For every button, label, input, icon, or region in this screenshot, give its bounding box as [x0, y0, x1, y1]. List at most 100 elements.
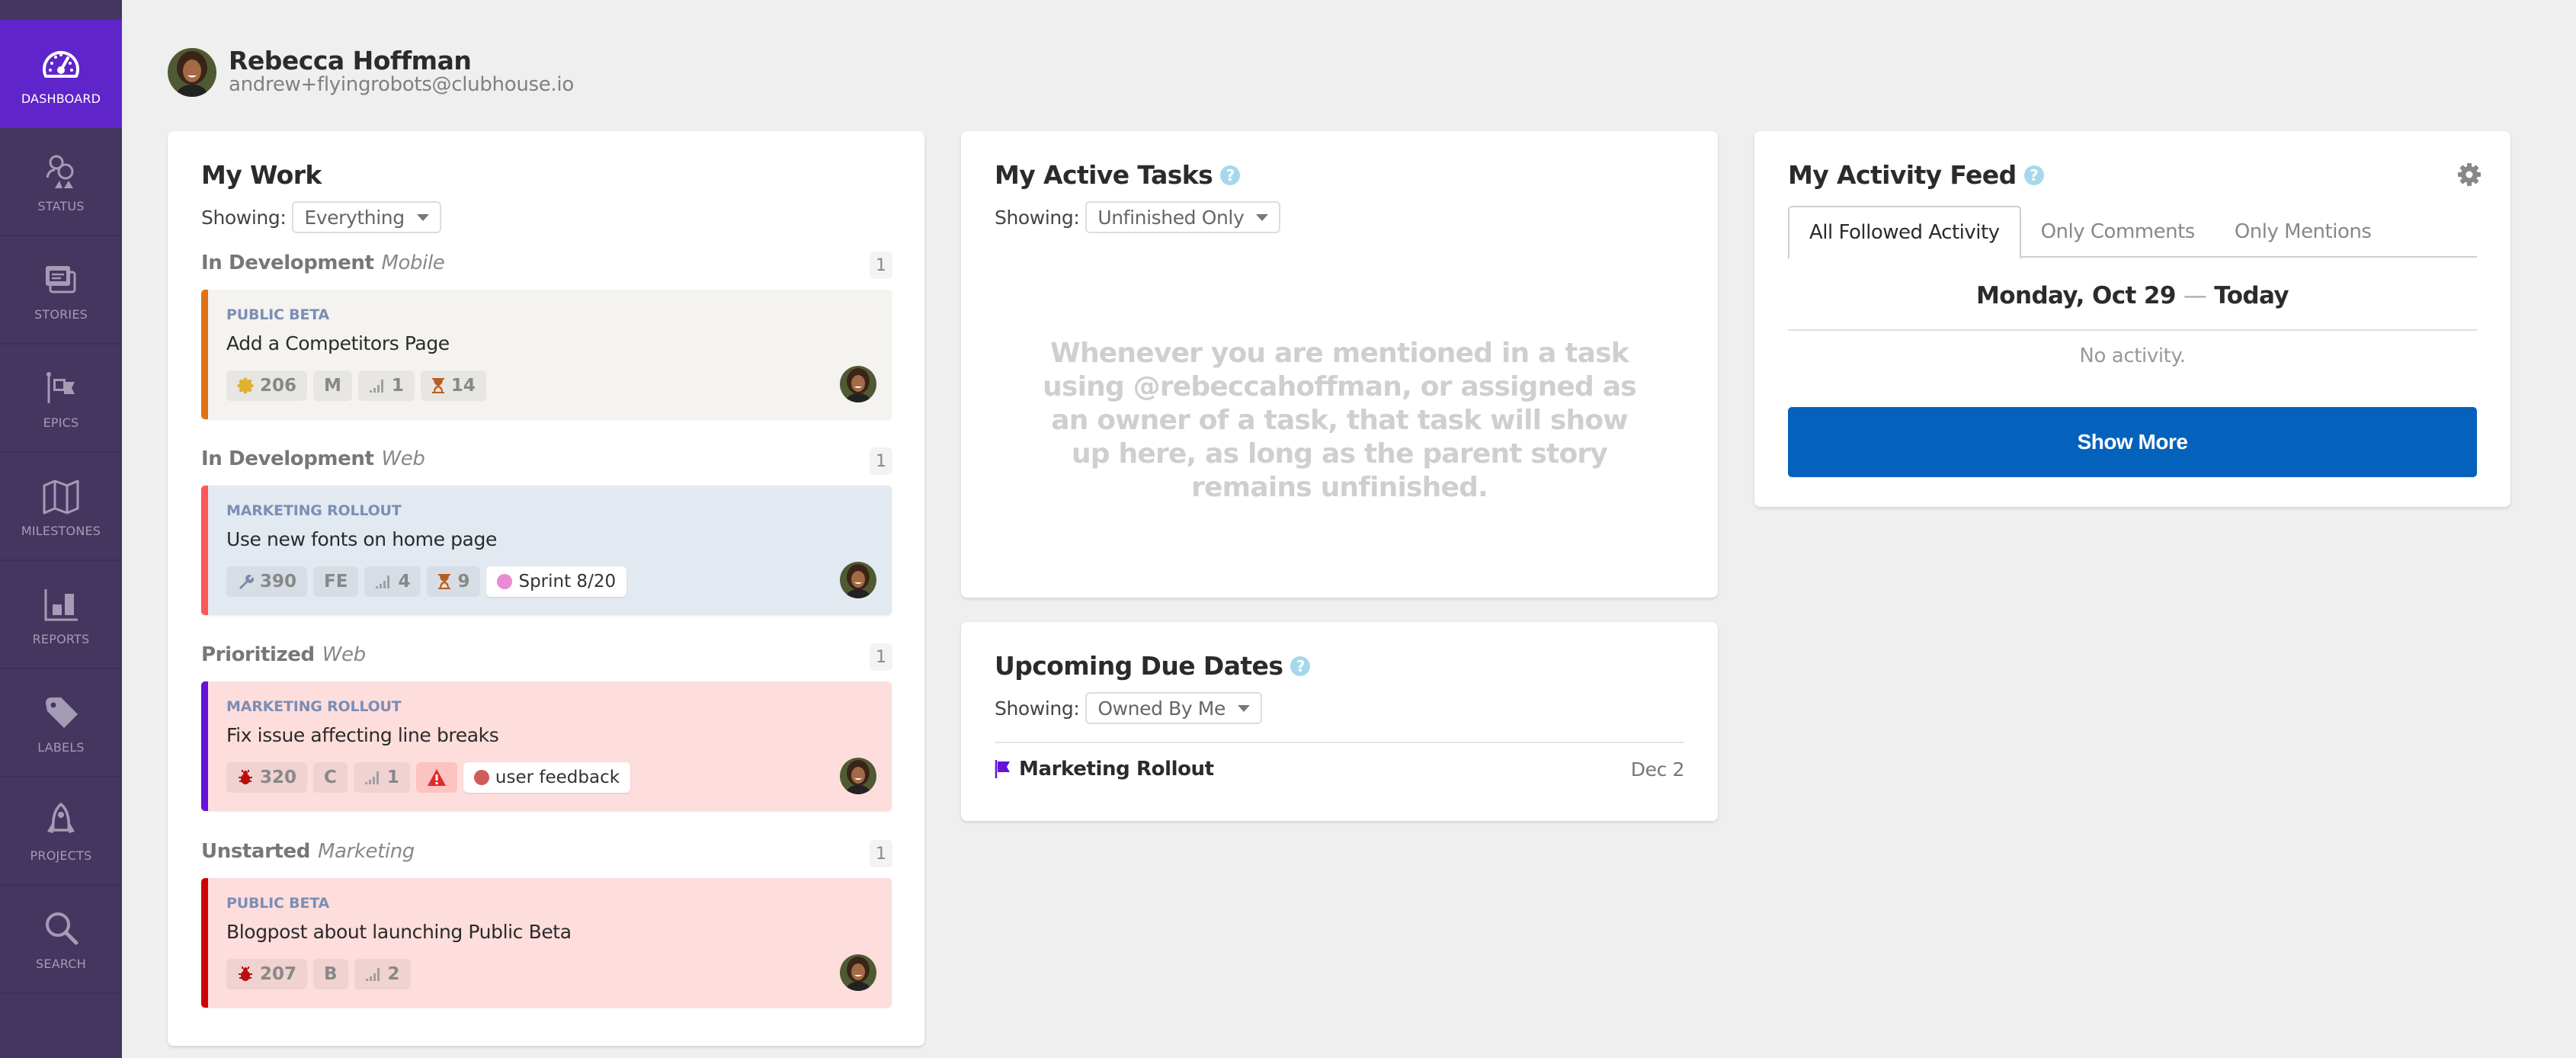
- activity-feed-title: My Activity Feed: [1788, 160, 2017, 190]
- story-epic[interactable]: PUBLIC BETA: [226, 895, 329, 912]
- group-project: Web: [381, 447, 425, 470]
- due-dates-filter-select[interactable]: Owned By Me: [1085, 692, 1262, 724]
- chevron-down-icon: [1256, 213, 1269, 221]
- group-count-badge: 1: [870, 643, 892, 671]
- tab-only-mentions[interactable]: Only Mentions: [2215, 206, 2392, 258]
- label-chip[interactable]: user feedback: [463, 762, 631, 793]
- story-owner-avatar[interactable]: [840, 758, 876, 794]
- date-separator: —: [2183, 282, 2207, 309]
- story-card[interactable]: MARKETING ROLLOUT Fix issue affecting li…: [201, 681, 892, 811]
- due-dates-filter: Showing: Owned By Me: [995, 692, 1262, 724]
- active-tasks-panel: My Active Tasks ? Showing: Unfinished On…: [961, 131, 1718, 598]
- story-id-chip: 320: [226, 762, 308, 793]
- age-value: 14: [450, 376, 476, 396]
- story-id: 207: [260, 964, 297, 984]
- group-state: In Development: [201, 447, 374, 470]
- nav-item-labels[interactable]: LABELS: [0, 669, 122, 777]
- my-work-panel: My Work Showing: Everything In Developme…: [168, 131, 924, 1046]
- chevron-down-icon: [1237, 704, 1250, 712]
- nav-item-projects[interactable]: PROJECTS: [0, 777, 122, 886]
- story-title[interactable]: Fix issue affecting line breaks: [226, 724, 499, 746]
- story-title[interactable]: Use new fonts on home page: [226, 528, 497, 550]
- owner-avatar-photo-icon: [840, 562, 876, 598]
- group-state: Unstarted: [201, 840, 310, 863]
- bug-icon: [239, 770, 252, 784]
- due-item-name: Marketing Rollout: [995, 758, 1214, 781]
- story-card[interactable]: PUBLIC BETA Add a Competitors Page 206 M 1…: [201, 290, 892, 419]
- nav-item-epics[interactable]: EPICS: [0, 345, 122, 453]
- story-state-bar: [201, 878, 208, 1008]
- show-more-button[interactable]: Show More: [1788, 407, 2477, 477]
- avatar-photo-icon: [168, 48, 216, 97]
- story-badges: 390 FE 4 9 Sprint 8/20: [226, 566, 627, 597]
- story-badges: 207 B 2: [226, 959, 411, 989]
- nav-label: STATUS: [37, 198, 85, 213]
- search-magnifier-icon: [46, 912, 78, 944]
- active-tasks-empty-message: Whenever you are mentioned in a task usi…: [1043, 338, 1637, 503]
- showing-label: Showing:: [995, 206, 1080, 229]
- activity-feed-panel: My Activity Feed ? All Followed Activity…: [1754, 131, 2510, 507]
- due-date-item[interactable]: Marketing Rollout Dec 2: [995, 758, 1684, 781]
- group-header: In Development Mobile: [201, 252, 445, 274]
- nav-item-reports[interactable]: REPORTS: [0, 561, 122, 669]
- help-icon[interactable]: ?: [2023, 165, 2044, 185]
- story-title[interactable]: Add a Competitors Page: [226, 332, 450, 354]
- story-epic[interactable]: MARKETING ROLLOUT: [226, 502, 402, 519]
- nav-label: PROJECTS: [30, 848, 92, 863]
- story-state-bar: [201, 290, 208, 419]
- story-owner-avatar[interactable]: [840, 954, 876, 991]
- nav-label: MILESTONES: [21, 523, 101, 538]
- story-epic[interactable]: MARKETING ROLLOUT: [226, 698, 402, 715]
- estimate-value: 2: [387, 964, 400, 984]
- tab-all-followed-activity[interactable]: All Followed Activity: [1788, 206, 2021, 259]
- story-epic[interactable]: PUBLIC BETA: [226, 306, 329, 323]
- story-card[interactable]: MARKETING ROLLOUT Use new fonts on home …: [201, 486, 892, 615]
- nav-item-dashboard[interactable]: DASHBOARD: [0, 20, 122, 128]
- story-owner-avatar[interactable]: [840, 366, 876, 402]
- nav-label: REPORTS: [32, 631, 90, 646]
- estimate-chip: 1: [353, 762, 410, 793]
- project-chip: FE: [313, 566, 359, 597]
- due-dates-title: Upcoming Due Dates: [995, 651, 1283, 681]
- chore-wrench-icon: [239, 575, 254, 589]
- feed-date-heading: Monday, Oct 29 — Today: [1788, 282, 2477, 309]
- active-tasks-title: My Active Tasks: [995, 160, 1213, 190]
- estimate-chip: 4: [364, 566, 421, 597]
- estimate-bars-icon: [369, 380, 383, 393]
- gear-icon[interactable]: [2457, 162, 2481, 187]
- story-id-chip: 207: [226, 959, 308, 989]
- story-badges: 206 M 1 14: [226, 370, 486, 401]
- group-project: Web: [322, 643, 366, 666]
- divider: [1788, 329, 2477, 331]
- label-color-dot: [473, 770, 489, 785]
- user-avatar[interactable]: [168, 48, 216, 97]
- nav-item-milestones[interactable]: MILESTONES: [0, 453, 122, 561]
- story-title[interactable]: Blogpost about launching Public Beta: [226, 921, 572, 943]
- nav-item-stories[interactable]: STORIES: [0, 236, 122, 345]
- panel-title: Upcoming Due Dates ?: [995, 651, 1311, 681]
- group-header: In Development Web: [201, 447, 425, 470]
- showing-label: Showing:: [995, 697, 1080, 720]
- group-count-badge: 1: [870, 252, 892, 279]
- epic-flag-icon: [995, 760, 1010, 778]
- select-value: Unfinished Only: [1097, 206, 1245, 229]
- active-tasks-filter-select[interactable]: Unfinished Only: [1085, 201, 1281, 233]
- story-id-chip: 390: [226, 566, 308, 597]
- help-icon[interactable]: ?: [1290, 656, 1311, 676]
- help-icon[interactable]: ?: [1220, 165, 1241, 185]
- story-card[interactable]: PUBLIC BETA Blogpost about launching Pub…: [201, 878, 892, 1008]
- my-work-filter: Showing: Everything: [201, 201, 441, 233]
- label-chip[interactable]: Sprint 8/20: [486, 566, 627, 597]
- reports-bar-chart-icon: [44, 588, 78, 620]
- due-item-label: Marketing Rollout: [1019, 758, 1214, 781]
- story-owner-avatar[interactable]: [840, 562, 876, 598]
- activity-tabs: All Followed Activity Only Comments Only…: [1788, 206, 2477, 259]
- project-abbrev: C: [324, 768, 337, 787]
- estimate-bars-icon: [364, 771, 379, 784]
- nav-item-status[interactable]: STATUS: [0, 128, 122, 236]
- my-work-filter-select[interactable]: Everything: [292, 201, 441, 233]
- status-people-icon: [46, 155, 74, 188]
- nav-item-search[interactable]: SEARCH: [0, 886, 122, 994]
- tab-only-comments[interactable]: Only Comments: [2021, 206, 2215, 258]
- owner-avatar-photo-icon: [840, 954, 876, 991]
